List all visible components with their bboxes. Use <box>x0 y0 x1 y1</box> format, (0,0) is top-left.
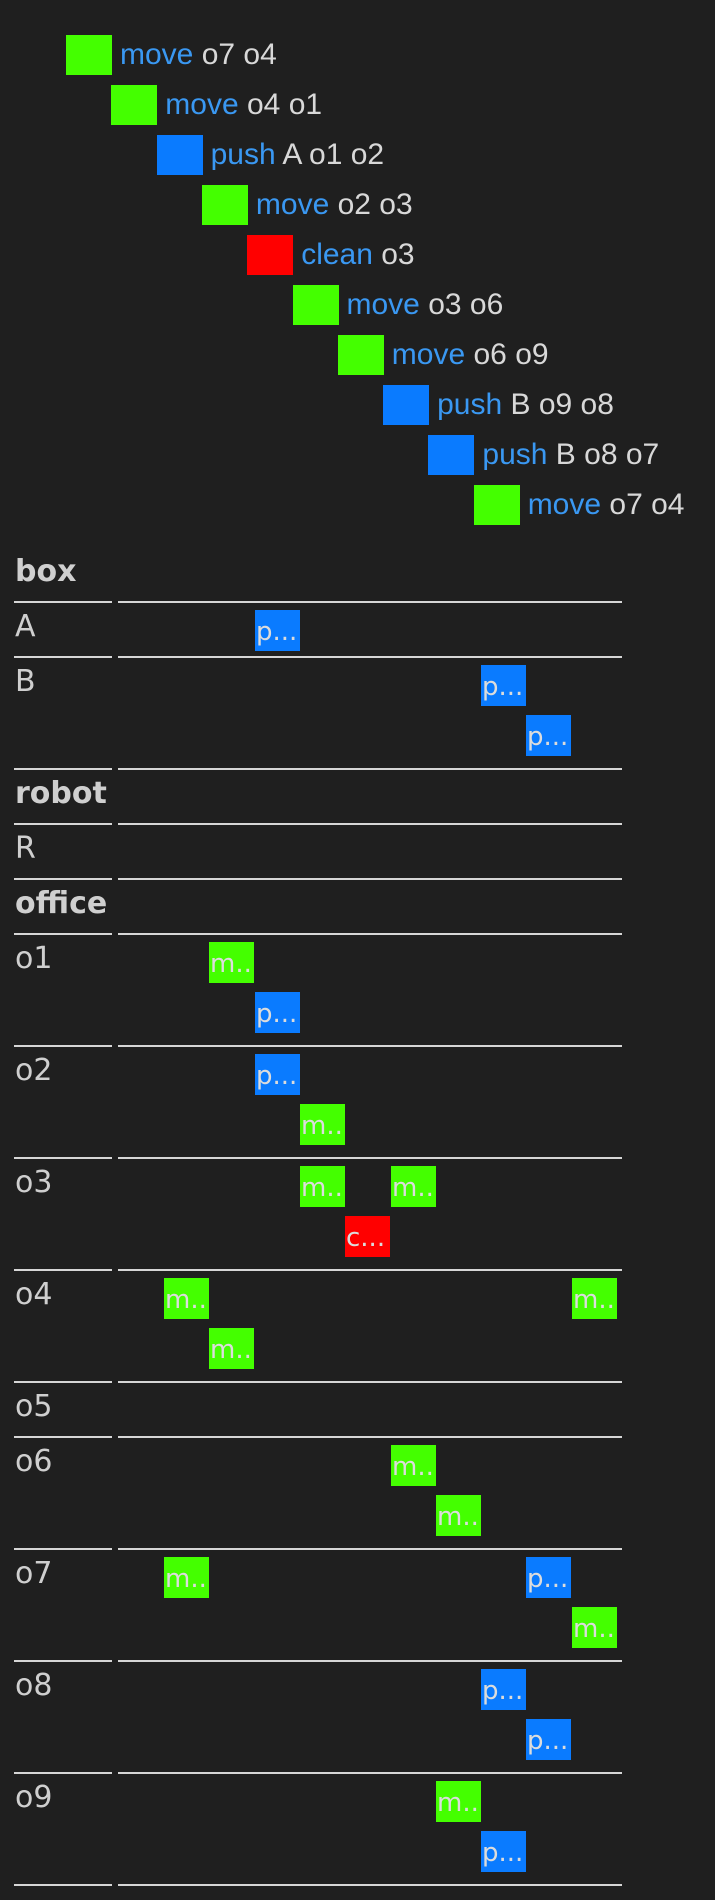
group-label: office <box>15 886 108 921</box>
move-mark: m.. <box>572 1278 617 1319</box>
object-label: o1 <box>15 941 53 976</box>
object-label: o5 <box>15 1389 53 1424</box>
push-mark: p... <box>255 610 300 651</box>
move-mark: m.. <box>164 1278 209 1319</box>
object-row-B: Bp... p... <box>0 658 715 770</box>
group-header-office: office <box>0 880 715 935</box>
object-row-o6: o6 m.. m.. <box>0 1438 715 1550</box>
group-header-box: box <box>0 548 715 603</box>
object-label: o7 <box>15 1556 53 1591</box>
object-label: o4 <box>15 1277 53 1312</box>
object-label: A <box>15 609 36 644</box>
move-mark: m.. <box>391 1166 436 1207</box>
object-row-o9: o9 m.. p... <box>0 1774 715 1886</box>
move-mark: m.. <box>391 1445 436 1486</box>
group-label: box <box>15 554 77 589</box>
object-label: o9 <box>15 1780 53 1815</box>
group-label: robot <box>15 776 107 811</box>
object-label: o6 <box>15 1444 53 1479</box>
object-row-o1: o1 m.. p... <box>0 935 715 1047</box>
clean-mark: c... <box>345 1216 390 1257</box>
move-mark: m.. <box>164 1557 209 1598</box>
push-mark: p... <box>526 1719 571 1760</box>
object-row-R: R <box>0 825 715 880</box>
row-divider <box>118 1884 622 1886</box>
object-label: B <box>15 664 36 699</box>
push-mark: p... <box>481 1831 526 1872</box>
move-mark: m.. <box>300 1166 345 1207</box>
group-header-robot: robot <box>0 770 715 825</box>
object-row-o7: o7 m.. p... m.. <box>0 1550 715 1662</box>
push-mark: p... <box>255 1054 300 1095</box>
object-label: o2 <box>15 1053 53 1088</box>
push-mark: p... <box>481 665 526 706</box>
object-row-o5: o5 <box>0 1383 715 1438</box>
object-row-A: Ap... <box>0 603 715 658</box>
object-row-o4: o4 m.. m.. m.. <box>0 1271 715 1383</box>
object-row-o3: o3 m.. m.. c... <box>0 1159 715 1271</box>
move-mark: m.. <box>572 1607 617 1648</box>
row-divider <box>14 1884 112 1886</box>
object-row-o2: o2 p... m.. <box>0 1047 715 1159</box>
push-mark: p... <box>526 715 571 756</box>
object-label: o3 <box>15 1165 53 1200</box>
object-label: o8 <box>15 1668 53 1703</box>
move-mark: m.. <box>436 1495 481 1536</box>
push-mark: p... <box>255 992 300 1033</box>
object-row-o8: o8 p... p... <box>0 1662 715 1774</box>
move-mark: m.. <box>209 942 254 983</box>
object-label: R <box>15 831 36 866</box>
push-mark: p... <box>481 1669 526 1710</box>
push-mark: p... <box>526 1557 571 1598</box>
move-mark: m.. <box>209 1328 254 1369</box>
move-mark: m.. <box>300 1104 345 1145</box>
move-mark: m.. <box>436 1781 481 1822</box>
object-timeline: box Ap... Bp... p... robot Roffice o1 m.. p... o2… <box>0 0 715 1900</box>
